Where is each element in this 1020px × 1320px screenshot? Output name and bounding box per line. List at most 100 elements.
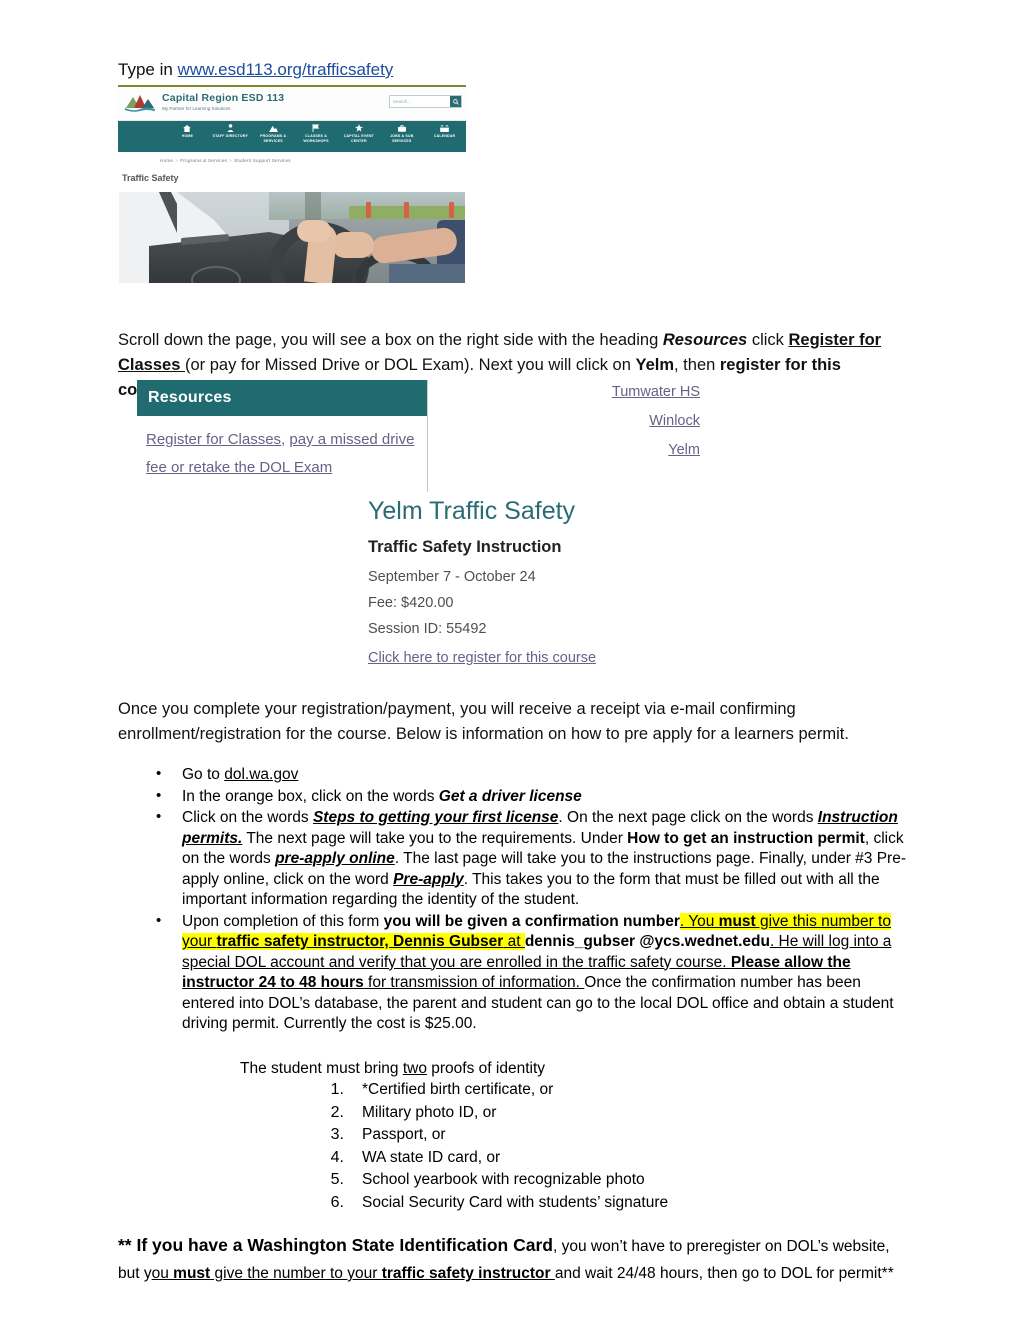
site-title: Capital Region ESD 113: [162, 92, 285, 104]
receipt-paragraph: Once you complete your registration/paym…: [118, 700, 849, 743]
text-fragment: , then: [674, 356, 720, 374]
confirmation-number-emphasis: you will be given a confirmation number: [383, 912, 680, 930]
site-page-title: Traffic Safety: [122, 173, 179, 183]
pre-apply-online-emphasis: pre-apply online: [275, 850, 395, 867]
list-item: 6. Social Security Card with students’ si…: [318, 1192, 668, 1215]
site-branding: Capital Region ESD 113 My Partner for Le…: [162, 93, 284, 113]
photo-driver-right-hand: [332, 232, 374, 258]
pre-apply-emphasis: Pre-apply: [393, 870, 464, 888]
text-fragment: ou: [151, 1265, 174, 1282]
resources-box-screenshot: Resources Register for Classes, pay a mi…: [137, 380, 428, 492]
list-number: 3.: [330, 1126, 344, 1143]
list-text: *Certified birth certificate, or: [362, 1081, 554, 1098]
intro-line: Type in www.esd113.org/trafficsafety: [118, 58, 393, 82]
course-dates: September 7 - October 24: [368, 569, 536, 585]
text-fragment: for transmission of information.: [363, 974, 585, 991]
site-tagline: My Partner for Learning Solutions: [162, 106, 231, 111]
list-item: Upon completion of this form you will be…: [150, 911, 910, 1035]
course-subtitle: Traffic Safety Instruction: [368, 538, 562, 556]
list-item: Click on the words Steps to getting your…: [150, 807, 910, 911]
intro-prefix: Type in: [118, 60, 178, 79]
search-icon[interactable]: [450, 96, 461, 107]
list-text: School yearbook with recognizable photo: [362, 1171, 645, 1188]
nav-item-programs-services[interactable]: PROGRAMS & SERVICES: [252, 121, 295, 143]
website-screenshot: Capital Region ESD 113 My Partner for Le…: [118, 85, 466, 185]
nav-item-jobs-sub-services[interactable]: JOBS & SUB SERVICES: [380, 121, 423, 143]
photo-driver-left-hand: [297, 220, 331, 242]
resources-emphasis: Resources: [662, 331, 748, 349]
register-for-this-course-link[interactable]: Click here to register for this course: [368, 644, 596, 672]
document-page: Type in www.esd113.org/trafficsafety Cap…: [0, 0, 1020, 1320]
text-fragment: In the orange box, click on the words: [182, 787, 439, 805]
text-fragment: Go to: [182, 766, 225, 783]
nav-label: CALENDAR: [433, 134, 456, 138]
photo-background-post: [305, 192, 321, 222]
nav-item-capital-event-center[interactable]: CAPITAL EVENT CENTER: [337, 121, 380, 143]
person-icon: [209, 124, 252, 132]
text-fragment: . On the next page click on the words: [558, 809, 818, 826]
dol-wa-gov-link[interactable]: dol.wa.gov: [224, 766, 298, 783]
yelm-emphasis: Yelm: [635, 356, 675, 374]
mountain-icon: [252, 124, 295, 132]
traffic-cone-icon: [449, 202, 454, 218]
school-link-winlock[interactable]: Winlock: [560, 407, 700, 436]
flag-icon: [295, 124, 338, 132]
list-number: 5.: [330, 1171, 344, 1188]
how-to-get-permit-emphasis: How to get an instruction permit: [627, 829, 865, 847]
breadcrumb-student-support-services[interactable]: Student Support Services: [234, 159, 291, 164]
list-item: 3. Passport, or: [318, 1124, 668, 1147]
breadcrumb-home[interactable]: Home: [160, 159, 173, 164]
list-number: 2.: [330, 1103, 344, 1121]
traffic-cone-icon: [366, 202, 371, 218]
site-nav[interactable]: HOME STAFF DIRECTORY PROGRAMS & SERVICES…: [118, 121, 466, 152]
nav-item-staff-directory[interactable]: STAFF DIRECTORY: [209, 121, 252, 139]
site-header: Capital Region ESD 113 My Partner for Le…: [118, 87, 466, 121]
traffic-cone-icon: [404, 202, 409, 218]
nav-item-classes-workshops[interactable]: CLASSES & WORKSHOPS: [295, 121, 338, 143]
breadcrumb[interactable]: Home > Programs & Services > Student Support…: [118, 152, 466, 164]
register-for-classes-link[interactable]: Register for Classes: [146, 431, 281, 448]
text-fragment: Scroll down the page, you will see a box…: [118, 331, 663, 349]
nav-label: HOME: [181, 134, 194, 138]
school-link-yelm[interactable]: Yelm: [560, 436, 700, 465]
school-link-tumwater-hs[interactable]: Tumwater HS: [560, 378, 700, 407]
proofs-intro: The student must bring two proofs of ide…: [240, 1058, 545, 1079]
student-driver-photo: [119, 192, 465, 283]
home-icon: [166, 124, 209, 132]
traffic-safety-instructor-emphasis: traffic safety instructor: [381, 1265, 555, 1282]
esd113-trafficsafety-link[interactable]: www.esd113.org/trafficsafety: [178, 60, 394, 79]
steps-first-license-emphasis: Steps to getting your first license: [312, 809, 559, 826]
nav-item-home[interactable]: HOME: [166, 121, 209, 139]
text-fragment: proofs of identity: [426, 1060, 546, 1077]
text-fragment: give the number to your: [210, 1265, 382, 1282]
breadcrumb-separator: >: [229, 159, 232, 164]
must-emphasis: must: [173, 1265, 211, 1282]
highlight-fragment: . You: [679, 912, 719, 930]
highlight-fragment: at: [503, 933, 525, 950]
nav-label: PROGRAMS & SERVICES: [260, 134, 287, 143]
site-search[interactable]: Search...: [389, 95, 462, 108]
calendar-icon: [423, 124, 466, 132]
course-card-screenshot: Yelm Traffic Safety Traffic Safety Instr…: [368, 495, 688, 672]
text-fragment: The next page will take you to the requi…: [242, 829, 628, 847]
breadcrumb-programs-services[interactable]: Programs & Services: [180, 159, 227, 164]
course-session-id: Session ID: 55492: [368, 621, 487, 637]
nav-item-calendar[interactable]: CALENDAR: [423, 121, 466, 139]
list-text: WA state ID card, or: [362, 1148, 501, 1166]
text-fragment: Click on the words: [182, 809, 313, 826]
list-text: Social Security Card with students’ sign…: [362, 1193, 669, 1211]
instructor-name-emphasis: traffic safety instructor, Dennis Gubser: [216, 933, 504, 950]
photo-driver-jeans: [389, 264, 465, 283]
instructor-email: dennis_gubser @ycs.wednet.edu: [524, 933, 770, 950]
wa-state-id-card-emphasis: ** If you have a Washington State Identi…: [118, 1235, 553, 1255]
list-number: 1.: [330, 1081, 344, 1098]
search-input[interactable]: Search...: [390, 96, 450, 107]
school-links-list[interactable]: Tumwater HS Winlock Yelm: [560, 378, 700, 465]
resources-heading: Resources: [137, 380, 427, 416]
star-icon: [337, 124, 380, 132]
list-item: In the orange box, click on the words Ge…: [150, 786, 910, 808]
text-fragment: click: [747, 331, 789, 349]
list-text: Passport, or: [362, 1126, 446, 1143]
nav-label: CAPITAL EVENT CENTER: [343, 134, 374, 143]
must-emphasis: must: [718, 912, 756, 930]
